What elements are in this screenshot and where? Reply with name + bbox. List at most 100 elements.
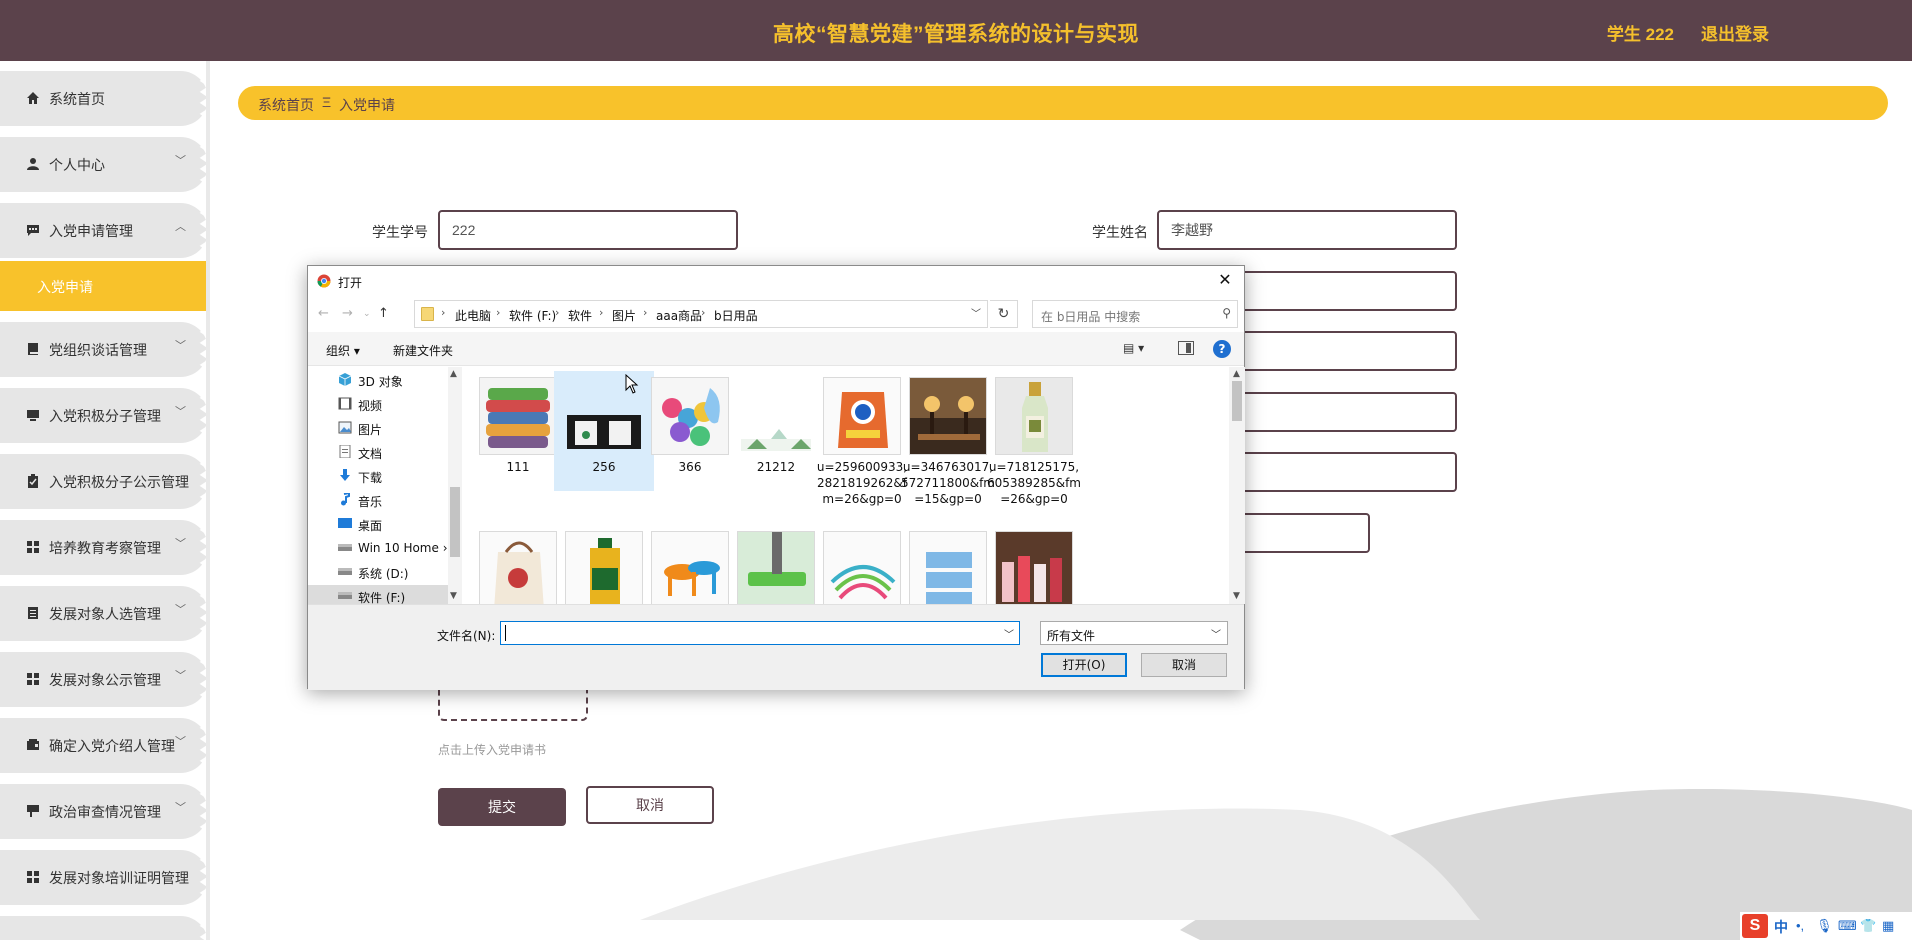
scroll-up-icon[interactable]: ▲	[1233, 369, 1240, 379]
skin-icon[interactable]: 👕	[1860, 918, 1876, 934]
submit-button[interactable]: 提交	[438, 788, 566, 826]
filetype-value: 所有文件	[1047, 629, 1096, 643]
tree-item-3d-objects[interactable]: 3D 对象	[338, 369, 456, 391]
path-segment[interactable]: 图片	[612, 307, 636, 324]
scroll-down-icon[interactable]: ▼	[450, 591, 457, 601]
address-bar[interactable]: › 此电脑 › 软件 (F:) › 软件 › 图片 › aaa商品 › b日用品…	[414, 300, 988, 328]
help-icon[interactable]: ?	[1213, 340, 1231, 358]
sidebar-item-political-review[interactable]: 政治审查情况管理 ﹀	[0, 784, 206, 839]
toolbox-icon[interactable]: ▦	[1882, 918, 1894, 934]
new-folder-button[interactable]: 新建文件夹	[393, 342, 453, 359]
student-no-field[interactable]: 222	[438, 210, 738, 250]
tree-item-downloads[interactable]: 下载	[338, 465, 456, 487]
path-segment[interactable]: 软件	[568, 307, 592, 324]
sidebar-item-personal-center[interactable]: 个人中心 ﹀	[0, 137, 206, 192]
sidebar-item-label: 入党积极分子管理	[49, 408, 161, 424]
sidebar-item-training-certificate[interactable]: 发展对象培训证明管理	[0, 850, 206, 905]
music-icon	[341, 493, 350, 506]
sidebar-item-label: 发展对象公示管理	[49, 672, 161, 688]
chevron-down-icon: ﹀	[175, 604, 186, 616]
file-item[interactable]	[640, 525, 740, 604]
navigation-scrollbar[interactable]: ▲ ▼	[448, 367, 462, 604]
punctuation-icon[interactable]: •,	[1796, 918, 1804, 933]
tree-item-documents[interactable]: 文档	[338, 441, 456, 463]
scrollbar-thumb[interactable]	[450, 487, 460, 557]
filename-input[interactable]: ﹀	[500, 621, 1020, 645]
file-item[interactable]	[812, 525, 912, 604]
path-segment[interactable]: 此电脑	[455, 307, 491, 324]
tree-item-desktop[interactable]: 桌面	[338, 513, 456, 535]
file-item[interactable]: 111	[468, 371, 568, 491]
chevron-down-icon[interactable]: ﹀	[971, 305, 981, 320]
dialog-cancel-button[interactable]: 取消	[1141, 653, 1227, 677]
sidebar-item-candidate-publicity[interactable]: 发展对象公示管理 ﹀	[0, 652, 206, 707]
file-item[interactable]	[984, 525, 1084, 604]
file-list-scrollbar[interactable]: ▲ ▼	[1229, 367, 1245, 604]
user-icon	[27, 158, 39, 170]
tree-item-music[interactable]: 音乐	[338, 489, 456, 511]
recent-dropdown-icon[interactable]: ⌄	[363, 309, 371, 319]
up-icon[interactable]: ↑	[378, 306, 389, 321]
cancel-button[interactable]: 取消	[586, 786, 714, 824]
sidebar-item-activist-management[interactable]: 入党积极分子管理 ﹀	[0, 388, 206, 443]
refresh-icon[interactable]: ↻	[990, 300, 1018, 328]
document-icon	[28, 607, 38, 619]
scroll-up-icon[interactable]: ▲	[450, 369, 457, 379]
file-item[interactable]: u=346763017,572711800&fm=15&gp=0	[898, 371, 998, 506]
filetype-select[interactable]: 所有文件 ﹀	[1040, 621, 1228, 645]
path-segment[interactable]: 软件 (F:)	[509, 307, 556, 324]
tree-item-system-d[interactable]: 系统 (D:)	[338, 561, 456, 583]
chevron-up-icon: ︿	[175, 221, 186, 233]
file-name: 366	[678, 460, 702, 474]
tree-item-pictures[interactable]: 图片	[338, 417, 456, 439]
sidebar-item-more[interactable]	[0, 916, 206, 940]
sidebar-item-activist-publicity[interactable]: 入党积极分子公示管理	[0, 454, 206, 509]
file-item[interactable]: 21212	[726, 371, 826, 491]
chevron-down-icon[interactable]: ﹀	[1004, 626, 1014, 641]
path-segment[interactable]: aaa商品	[656, 307, 702, 324]
open-button[interactable]: 打开(O)	[1041, 653, 1127, 677]
breadcrumb-home[interactable]: 系统首页	[258, 95, 314, 115]
search-input[interactable]: 在 b日用品 中搜索 ⚲	[1032, 300, 1238, 328]
keyboard-icon[interactable]: ⌨	[1838, 918, 1857, 934]
mouse-cursor-icon	[625, 374, 639, 394]
sidebar-item-candidate-selection[interactable]: 发展对象人选管理 ﹀	[0, 586, 206, 641]
close-icon[interactable]: ✕	[1214, 269, 1236, 291]
tree-item-win10-home[interactable]: Win 10 Home ›	[338, 537, 456, 559]
folder-icon	[421, 307, 434, 321]
file-item[interactable]	[726, 525, 826, 604]
current-user: 学生 222	[1606, 25, 1674, 44]
ime-language[interactable]: 中	[1774, 917, 1788, 937]
path-segment[interactable]: b日用品	[714, 307, 758, 324]
sidebar-item-talk-management[interactable]: 党组织谈话管理 ﹀	[0, 322, 206, 377]
logout-link[interactable]: 退出登录	[1701, 20, 1769, 45]
sidebar-item-home[interactable]: 系统首页	[0, 71, 206, 126]
scrollbar-thumb[interactable]	[1232, 381, 1242, 421]
forward-icon[interactable]: →	[342, 306, 353, 321]
drive-icon	[338, 592, 352, 599]
sidebar-item-introducer-management[interactable]: 确定入党介绍人管理 ﹀	[0, 718, 206, 773]
filename-label: 文件名(N):	[437, 629, 496, 643]
sidebar-item-education-review[interactable]: 培养教育考察管理 ﹀	[0, 520, 206, 575]
sogou-logo-icon[interactable]: S	[1742, 914, 1768, 938]
file-item[interactable]: u=718125175,605389285&fm=26&gp=0	[984, 371, 1084, 506]
file-thumbnail	[995, 377, 1073, 455]
microphone-icon[interactable]: 🎙	[1816, 918, 1833, 934]
sidebar-item-application-management[interactable]: 入党申请管理 ︿	[0, 203, 206, 258]
file-item[interactable]: 366	[640, 371, 740, 491]
file-item-selected[interactable]: 256	[554, 371, 654, 491]
file-thumbnail	[565, 531, 643, 604]
scroll-down-icon[interactable]: ▼	[1233, 591, 1240, 601]
sidebar-subitem-application[interactable]: 入党申请	[0, 261, 206, 311]
organize-button[interactable]: 组织 ▾	[326, 342, 360, 359]
file-thumbnail	[995, 531, 1073, 604]
tree-item-videos[interactable]: 视频	[338, 393, 456, 415]
file-item[interactable]	[898, 525, 998, 604]
back-icon[interactable]: ←	[318, 306, 329, 321]
student-name-field[interactable]: 李越野	[1157, 210, 1457, 250]
preview-pane-icon[interactable]	[1178, 341, 1194, 355]
file-item[interactable]	[468, 525, 568, 604]
file-item[interactable]	[554, 525, 654, 604]
file-item[interactable]: u=259600933,2821819262&fm=26&gp=0	[812, 371, 912, 506]
view-options-icon[interactable]: ▤ ▾	[1123, 341, 1144, 355]
